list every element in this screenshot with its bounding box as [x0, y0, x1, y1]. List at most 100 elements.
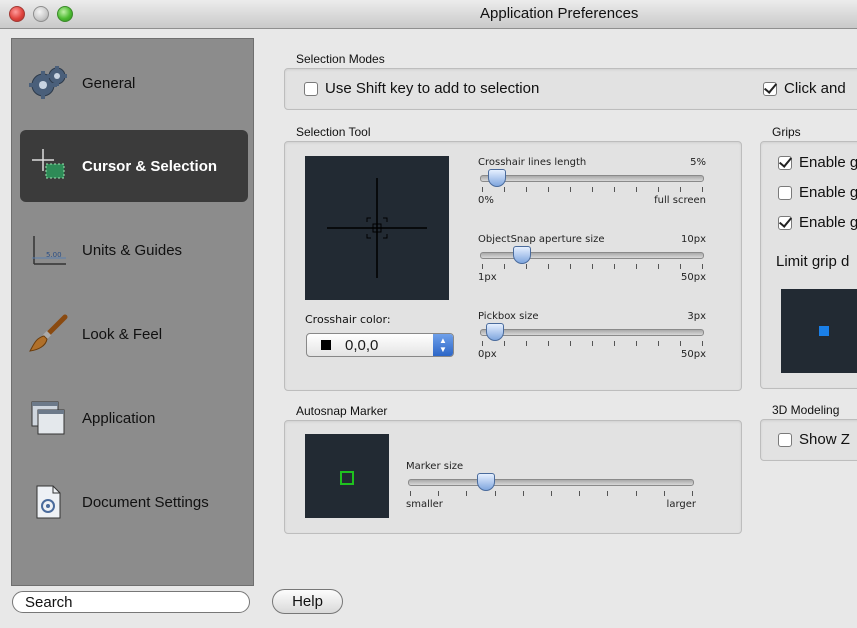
use-shift-checkbox[interactable]: Use Shift key to add to selection	[304, 80, 539, 97]
grips-option-3-checkbox[interactable]: Enable g	[778, 214, 857, 231]
slider-max-label: larger	[666, 499, 696, 510]
crosshair-color-popup[interactable]: 0,0,0 ▲ ▼	[306, 333, 454, 357]
slider-title: ObjectSnap aperture size	[478, 234, 605, 245]
paintbrush-icon	[26, 312, 70, 356]
slider-tick	[504, 341, 505, 346]
pickbox-size-slider[interactable]: Pickbox size 3px 0px 50px	[478, 311, 706, 361]
grips-option-1-checkbox[interactable]: Enable g	[778, 154, 857, 171]
autosnap-marker-label: Autosnap Marker	[296, 404, 388, 418]
sidebar-item-label: General	[82, 74, 136, 92]
slider-tick	[504, 264, 505, 269]
crosshair-preview	[305, 156, 449, 300]
slider-knob[interactable]	[488, 169, 507, 187]
slider-tick	[680, 341, 681, 346]
slider-value: 3px	[687, 311, 706, 322]
sidebar-item-general[interactable]: General	[20, 47, 248, 119]
autosnap-preview	[305, 434, 389, 518]
slider-tick	[551, 491, 552, 496]
click-and-checkbox[interactable]: Click and	[763, 80, 846, 97]
checkbox-box	[778, 155, 792, 170]
sidebar-item-label: Document Settings	[82, 493, 209, 511]
crosshair-color-value: 0,0,0	[345, 336, 379, 354]
slider-tick	[702, 187, 703, 192]
slider-tick	[466, 491, 468, 496]
slider-tick	[614, 264, 615, 269]
slider-ticks	[482, 341, 703, 347]
slider-tick	[592, 341, 593, 346]
slider-tick	[494, 491, 496, 496]
grip-preview	[781, 289, 857, 373]
grip-marker	[819, 326, 829, 336]
slider-max-label: 50px	[681, 272, 706, 283]
slider-tick	[579, 491, 581, 496]
slider-tick	[548, 264, 549, 269]
slider-tick	[570, 341, 571, 346]
document-icon	[26, 480, 70, 524]
objectsnap-aperture-slider[interactable]: ObjectSnap aperture size 10px 1px 50px	[478, 234, 706, 284]
grips-panel: Enable g Enable g Enable g Limit grip d	[760, 141, 857, 389]
slider-min-label: 0px	[478, 349, 497, 360]
gears-icon	[26, 61, 70, 105]
slider-tick	[504, 187, 505, 192]
grips-label: Grips	[772, 125, 801, 139]
slider-knob[interactable]	[512, 246, 531, 264]
slider-tick	[680, 187, 681, 192]
autosnap-marker	[340, 471, 354, 485]
help-button[interactable]: Help	[272, 589, 343, 614]
sidebar-item-cursor-selection[interactable]: Cursor & Selection	[20, 130, 248, 202]
grips-option-2-checkbox[interactable]: Enable g	[778, 184, 857, 201]
windows-icon	[26, 396, 70, 440]
slider-ticks	[410, 491, 693, 497]
checkbox-label: Use Shift key to add to selection	[325, 80, 540, 97]
sidebar-item-look-feel[interactable]: Look & Feel	[20, 298, 248, 370]
color-swatch	[321, 340, 331, 350]
sidebar-item-units-guides[interactable]: 5.00 Units & Guides	[20, 214, 248, 286]
slider-tick	[570, 187, 571, 192]
slider-tick	[614, 341, 615, 346]
popup-arrows-icon: ▲ ▼	[433, 334, 453, 356]
checkbox-label: Enable g	[799, 184, 857, 201]
slider-tick	[614, 187, 615, 192]
slider-tick	[658, 264, 659, 269]
slider-title: Marker size	[406, 461, 464, 472]
slider-tick	[702, 264, 703, 269]
3d-modeling-label: 3D Modeling	[772, 403, 840, 417]
slider-knob[interactable]	[486, 323, 505, 341]
slider-knob[interactable]	[477, 473, 496, 491]
slider-tick	[636, 264, 637, 269]
slider-ticks	[482, 187, 703, 193]
ruler-icon: 5.00	[26, 228, 70, 272]
slider-track	[408, 479, 694, 486]
crosshair-length-slider[interactable]: Crosshair lines length 5% 0% full screen	[478, 157, 706, 207]
search-field[interactable]: Search	[12, 591, 250, 613]
slider-track	[480, 175, 704, 182]
selection-modes-panel: Use Shift key to add to selection Click …	[284, 68, 857, 110]
slider-tick	[482, 264, 483, 269]
sidebar-item-document-settings[interactable]: Document Settings	[20, 466, 248, 538]
slider-tick	[570, 264, 571, 269]
slider-tick	[702, 341, 703, 346]
zoom-window-button[interactable]	[57, 6, 73, 22]
slider-title: Pickbox size	[478, 311, 539, 322]
slider-tick	[410, 491, 411, 496]
minimize-window-button[interactable]	[33, 6, 49, 22]
slider-tick	[592, 187, 593, 192]
checkbox-label: Click and	[784, 80, 846, 97]
close-window-button[interactable]	[9, 6, 25, 22]
window-title: Application Preferences	[480, 5, 639, 22]
checkbox-label: Enable g	[799, 154, 857, 171]
slider-tick	[607, 491, 609, 496]
sidebar-item-label: Look & Feel	[82, 325, 163, 343]
title-bar: Application Preferences	[0, 0, 857, 29]
crosshair-color-label: Crosshair color:	[305, 313, 391, 326]
marker-size-slider[interactable]: Marker size smaller larger	[406, 461, 696, 511]
slider-tick	[482, 187, 483, 192]
3d-modeling-panel: Show Z	[760, 419, 857, 461]
checkbox-box	[763, 81, 777, 96]
sidebar-item-application[interactable]: Application	[20, 382, 248, 454]
slider-tick	[692, 491, 693, 496]
slider-max-label: 50px	[681, 349, 706, 360]
slider-tick	[635, 491, 637, 496]
slider-tick	[526, 187, 527, 192]
show-z-checkbox[interactable]: Show Z	[778, 431, 850, 448]
